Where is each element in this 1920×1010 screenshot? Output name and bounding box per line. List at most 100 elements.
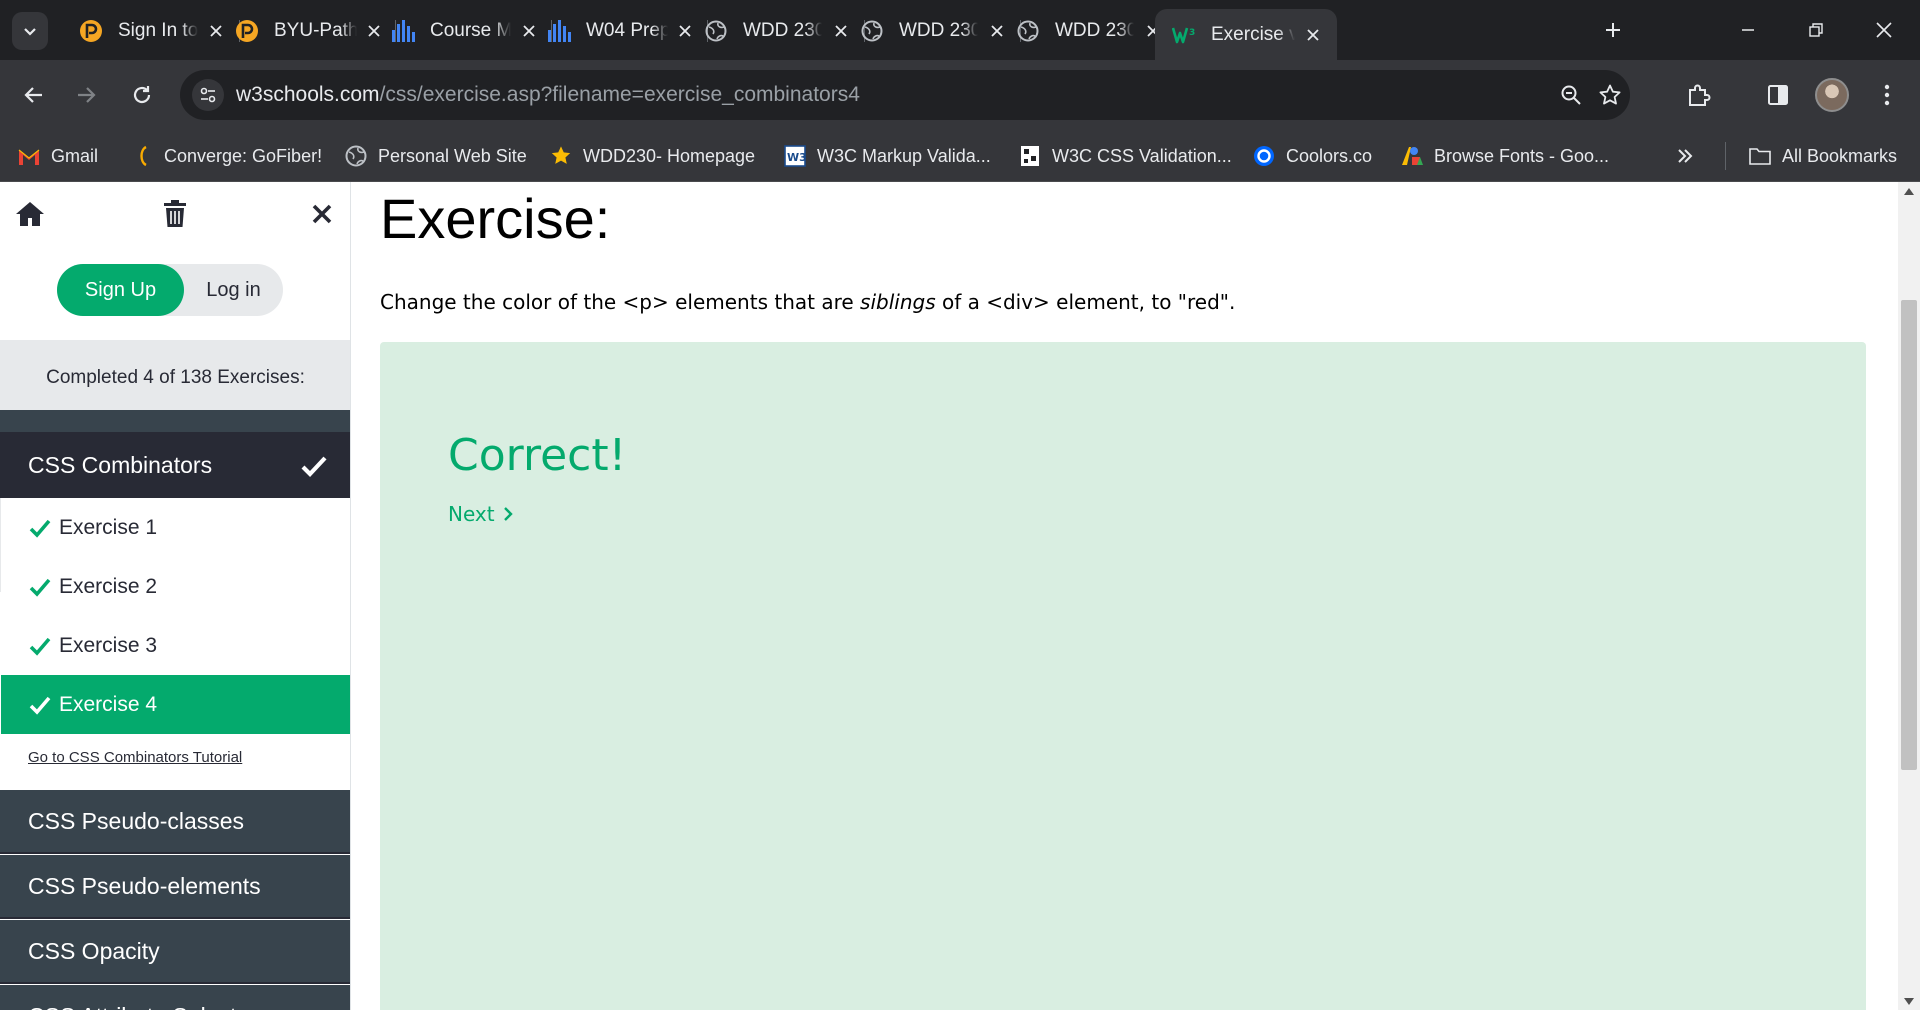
tab-title: Course Map bbox=[430, 19, 512, 41]
pathway-icon bbox=[234, 18, 260, 44]
all-bookmarks-button[interactable]: All Bookmarks bbox=[1748, 142, 1897, 170]
next-button[interactable]: Next bbox=[448, 502, 513, 526]
exercise-label: Exercise 1 bbox=[59, 515, 158, 539]
url-host: w3schools.com bbox=[236, 83, 380, 106]
bookmark-item[interactable]: Gmail bbox=[17, 142, 98, 170]
scroll-up-button[interactable] bbox=[1898, 182, 1920, 200]
browser-tab[interactable]: Course Map bbox=[374, 9, 552, 52]
bookmark-item[interactable]: W3C CSS Validation... bbox=[1018, 142, 1232, 170]
forward-button[interactable] bbox=[66, 75, 106, 115]
bookmark-item[interactable]: Browse Fonts - Goo... bbox=[1400, 142, 1609, 170]
log-in-button[interactable]: Log in bbox=[184, 264, 283, 316]
bookmarks-overflow-button[interactable] bbox=[1676, 142, 1694, 170]
category-label: CSS Pseudo-elements bbox=[28, 872, 261, 899]
triangle-up-icon bbox=[1904, 187, 1914, 195]
check-icon bbox=[29, 519, 51, 538]
tab-title: WDD 230 | bbox=[1055, 19, 1135, 41]
browser-tab[interactable]: WDD 230 | bbox=[999, 9, 1177, 52]
bookmark-item[interactable]: WDD230- Homepage bbox=[549, 142, 755, 170]
exercise-label: Exercise 3 bbox=[59, 633, 158, 657]
scroll-thumb[interactable] bbox=[1901, 300, 1917, 770]
browser-tab[interactable]: W04 Prepare bbox=[530, 9, 708, 52]
browser-menu-button[interactable] bbox=[1867, 75, 1907, 115]
bookmark-label: Browse Fonts - Goo... bbox=[1434, 145, 1610, 166]
scroll-down-button[interactable] bbox=[1898, 992, 1920, 1010]
instruction-emphasis: siblings bbox=[860, 290, 936, 314]
browser-toolbar: w3schools.com/css/exercise.asp?filename=… bbox=[0, 60, 1920, 130]
site-info-button[interactable] bbox=[192, 79, 224, 111]
page-content: Sign Up Log in Completed 4 of 138 Exerci… bbox=[0, 182, 1920, 1010]
bookmark-label: WDD230- Homepage bbox=[583, 145, 756, 166]
converge-icon bbox=[130, 144, 154, 168]
category-label: CSS Attribute Selectors bbox=[28, 1003, 268, 1010]
extensions-button[interactable] bbox=[1679, 75, 1719, 115]
window-close-button[interactable] bbox=[1850, 0, 1918, 60]
reset-progress-button[interactable] bbox=[157, 196, 193, 232]
page-title: Exercise: bbox=[380, 187, 611, 250]
browser-tab[interactable]: Sign In to Y bbox=[62, 9, 240, 52]
bookmark-item[interactable]: Coolors.co bbox=[1252, 142, 1372, 170]
category-partial[interactable] bbox=[0, 410, 350, 434]
sidebar-header bbox=[0, 182, 350, 246]
tune-icon bbox=[200, 87, 216, 103]
browser-tab[interactable]: WDD 230 | bbox=[843, 9, 1021, 52]
result-panel: Correct! Next bbox=[380, 342, 1866, 1010]
restore-button[interactable] bbox=[1782, 0, 1850, 60]
home-button[interactable] bbox=[12, 196, 48, 232]
profile-avatar[interactable] bbox=[1815, 78, 1849, 112]
bookmarks-divider bbox=[1725, 142, 1726, 170]
bookmark-star-button[interactable] bbox=[1594, 79, 1626, 111]
bookmarks-bar: Gmail Converge: GoFiber! Personal Web Site… bbox=[0, 130, 1920, 182]
close-sidebar-button[interactable] bbox=[304, 196, 340, 232]
sign-up-button[interactable]: Sign Up bbox=[57, 264, 184, 316]
tab-search-button[interactable] bbox=[12, 12, 48, 50]
tab-close-button[interactable] bbox=[1303, 23, 1323, 47]
bookmark-label: Personal Web Site bbox=[378, 145, 527, 166]
category-item[interactable]: CSS Pseudo-classes bbox=[0, 790, 350, 854]
browser-tab[interactable]: WDD 230 | bbox=[687, 9, 865, 52]
exercise-item-3[interactable]: Exercise 3 bbox=[1, 616, 350, 675]
tutorial-link[interactable]: Go to CSS Combinators Tutorial bbox=[28, 749, 242, 766]
category-label: CSS Opacity bbox=[28, 937, 160, 964]
bookmark-item[interactable]: W3 W3C Markup Valida... bbox=[783, 142, 991, 170]
trash-icon bbox=[164, 200, 186, 227]
tab-title: Sign In to Y bbox=[118, 19, 199, 41]
category-label: CSS Combinators bbox=[28, 451, 213, 478]
minimize-button[interactable] bbox=[1714, 0, 1782, 60]
globe-icon bbox=[859, 18, 885, 44]
category-css-combinators[interactable]: CSS Combinators bbox=[0, 434, 350, 498]
check-icon bbox=[29, 696, 51, 715]
exercise-item-4[interactable]: Exercise 4 bbox=[1, 675, 350, 734]
tab-title: Exercise v3 bbox=[1211, 23, 1295, 45]
restore-icon bbox=[1809, 23, 1823, 37]
address-bar[interactable]: w3schools.com/css/exercise.asp?filename=… bbox=[180, 70, 1630, 120]
category-item[interactable]: CSS Pseudo-elements bbox=[0, 855, 350, 919]
globe-icon bbox=[344, 144, 368, 168]
exercise-item-2[interactable]: Exercise 2 bbox=[1, 557, 350, 616]
reload-button[interactable] bbox=[122, 75, 162, 115]
exercise-item-1[interactable]: Exercise 1 bbox=[1, 498, 350, 557]
bookmark-item[interactable]: Converge: GoFiber! bbox=[130, 142, 322, 170]
bookmark-item[interactable]: Personal Web Site bbox=[344, 142, 527, 170]
url-text[interactable]: w3schools.com/css/exercise.asp?filename=… bbox=[236, 83, 860, 107]
category-item[interactable]: CSS Attribute Selectors bbox=[0, 985, 350, 1010]
browser-tab[interactable]: BYU-Pathway bbox=[218, 9, 396, 52]
page-scrollbar[interactable] bbox=[1898, 182, 1920, 1010]
new-tab-button[interactable] bbox=[1597, 14, 1629, 46]
browser-tab[interactable]: 3 Exercise v3 bbox=[1155, 9, 1337, 60]
svg-text:3: 3 bbox=[1189, 28, 1195, 38]
category-item[interactable]: CSS Opacity bbox=[0, 920, 350, 984]
bookmark-label: W3C CSS Validation... bbox=[1052, 145, 1232, 166]
correct-message: Correct! bbox=[448, 430, 627, 481]
tab-title: WDD 230 | bbox=[899, 19, 979, 41]
bookmark-label: W3C Markup Valida... bbox=[817, 145, 991, 166]
exercise-instruction: Change the color of the <p> elements tha… bbox=[380, 290, 1235, 314]
w3c-icon: W3 bbox=[783, 144, 807, 168]
zoom-button[interactable] bbox=[1555, 79, 1587, 111]
arrow-left-icon bbox=[24, 87, 42, 103]
tab-title: BYU-Pathway bbox=[274, 19, 358, 41]
svg-text:W3: W3 bbox=[787, 151, 806, 164]
side-panel-icon bbox=[1768, 85, 1788, 105]
side-panel-button[interactable] bbox=[1758, 75, 1798, 115]
back-button[interactable] bbox=[14, 75, 54, 115]
